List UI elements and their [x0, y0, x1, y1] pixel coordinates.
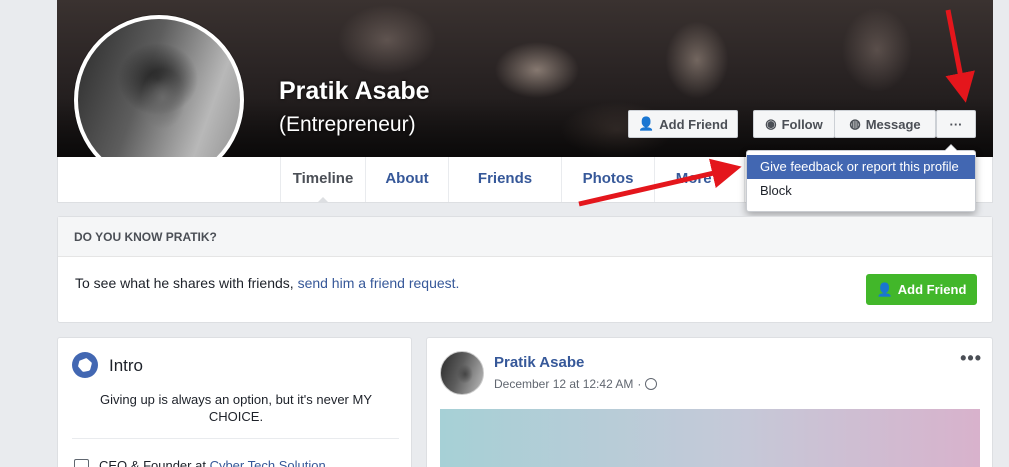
post-author[interactable]: Pratik Asabe: [494, 354, 584, 371]
follow-button[interactable]: ◉ Follow: [753, 110, 835, 138]
tab-more[interactable]: More ▾: [655, 157, 745, 202]
add-friend-green-button[interactable]: 👤 Add Friend: [866, 274, 977, 305]
post-avatar[interactable]: [440, 351, 484, 395]
briefcase-icon: [74, 459, 89, 467]
menu-item-block[interactable]: Block: [747, 179, 975, 203]
card-text-prefix: To see what he shares with friends,: [75, 275, 298, 291]
friend-request-card: DO YOU KNOW PRATIK? To see what he share…: [57, 216, 993, 323]
card-header: DO YOU KNOW PRATIK?: [58, 217, 992, 257]
menu-item-report-profile[interactable]: Give feedback or report this profile: [747, 155, 975, 179]
more-options-menu: Give feedback or report this profile Blo…: [746, 144, 976, 212]
card-text: To see what he shares with friends, send…: [75, 275, 459, 291]
more-options-button[interactable]: ···: [936, 110, 976, 138]
tab-about[interactable]: About: [366, 157, 449, 202]
intro-bio: Giving up is always an option, but it's …: [99, 392, 372, 424]
add-friend-label: Add Friend: [659, 116, 728, 132]
profile-subtitle: (Entrepreneur): [279, 113, 416, 136]
job-line: CEO & Founder at Cyber Tech Solution: [99, 458, 326, 467]
messenger-icon: ◍: [849, 116, 861, 131]
rss-icon: ◉: [765, 116, 777, 131]
post-timestamp[interactable]: December 12 at 12:42 AM: [494, 377, 633, 391]
intro-title: Intro: [109, 356, 144, 375]
post-options-icon[interactable]: •••: [960, 348, 982, 369]
timeline-post: Pratik Asabe December 12 at 12:42 AM · •…: [426, 337, 993, 467]
add-friend-icon: 👤: [876, 281, 893, 297]
divider: [72, 438, 399, 439]
post-meta: December 12 at 12:42 AM ·: [494, 377, 658, 391]
intro-card: Intro Giving up is always an option, but…: [57, 337, 412, 467]
tab-timeline[interactable]: Timeline: [280, 157, 366, 203]
job-prefix: CEO & Founder at: [99, 458, 210, 467]
tab-photos[interactable]: Photos: [562, 157, 655, 202]
add-friend-icon: 👤: [638, 116, 655, 131]
meta-separator: ·: [637, 377, 642, 391]
add-friend-green-label: Add Friend: [897, 282, 967, 297]
globe-icon: [72, 352, 98, 378]
tab-friends[interactable]: Friends: [449, 157, 562, 202]
message-label: Message: [865, 116, 921, 132]
post-image[interactable]: [440, 409, 980, 467]
profile-name[interactable]: Pratik Asabe: [279, 77, 430, 106]
public-globe-icon: [645, 378, 658, 390]
more-dots-icon: ···: [949, 116, 963, 132]
message-button[interactable]: ◍ Message: [834, 110, 936, 138]
company-link[interactable]: Cyber Tech Solution: [210, 458, 326, 467]
add-friend-button[interactable]: 👤 Add Friend: [628, 110, 738, 138]
send-friend-request-link[interactable]: send him a friend request.: [298, 275, 460, 291]
follow-label: Follow: [781, 116, 823, 132]
